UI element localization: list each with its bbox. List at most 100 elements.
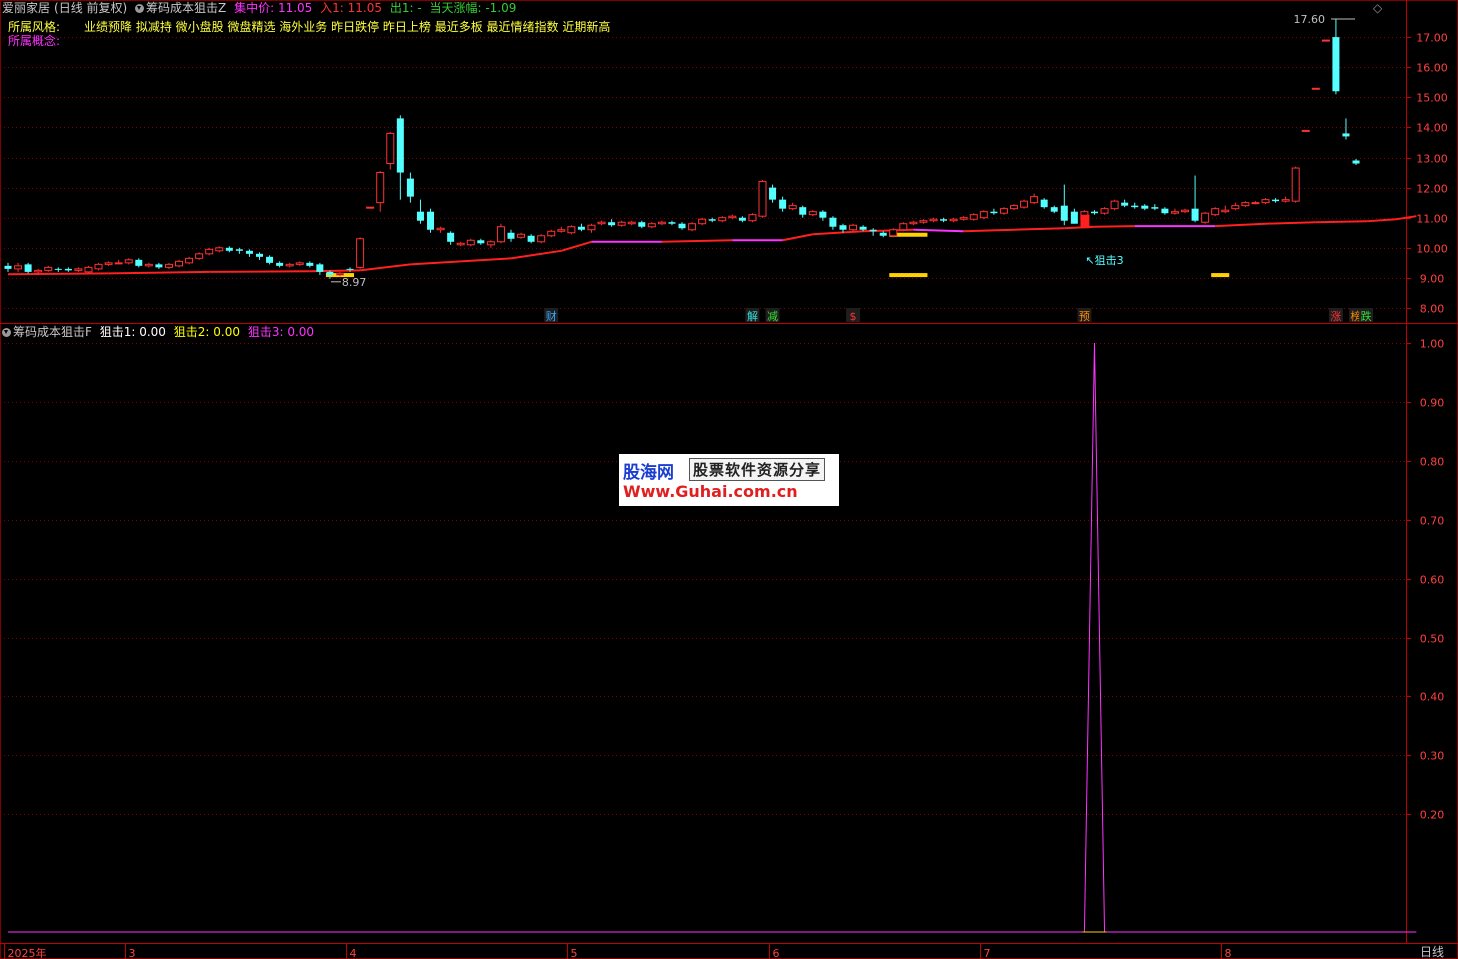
cost-line-segment: [782, 233, 813, 242]
candle-body: [1121, 202, 1129, 206]
candle-body: [758, 181, 767, 217]
indicator-value: 当天涨幅: -1.09: [429, 1, 517, 15]
cost-line-segment: [7, 272, 109, 276]
x-tick-label: 8: [1225, 947, 1232, 959]
x-tick-label: 3: [129, 947, 136, 959]
candle-body: [688, 223, 697, 231]
candle-body: [416, 211, 424, 221]
y-tick-label: 14.00: [1416, 122, 1448, 135]
cost-line-segment: [812, 230, 864, 236]
candle-body: [1030, 196, 1039, 204]
candle-body: [114, 262, 123, 265]
candle-body: [678, 223, 686, 229]
signal-candle: [1080, 214, 1090, 229]
candle-body: [496, 226, 505, 243]
candle-body: [919, 220, 928, 223]
y-tick-label: 0.90: [1420, 397, 1445, 410]
candle-body: [406, 178, 414, 197]
style-tags: 业绩预降 拟减持 微小盘股 微盘精选 海外业务 昨日跌停 昨日上榜 最近多板 最…: [84, 20, 611, 34]
candle-body: [4, 265, 12, 269]
cost-line-segment: [661, 239, 733, 243]
cost-line-segment: [1315, 220, 1367, 224]
candle-body: [879, 232, 887, 236]
candle-body: [215, 247, 224, 252]
x-tick-label: 7: [984, 947, 991, 959]
candle-body: [266, 256, 274, 263]
event-marker: 解: [747, 309, 758, 323]
candle-body: [1281, 199, 1290, 202]
signal-line: [8, 342, 1417, 933]
cost-line-segment: [510, 249, 562, 260]
diamond-icon[interactable]: ◇: [1373, 1, 1382, 15]
candle-body: [44, 266, 53, 271]
cost-line-segment: [1064, 225, 1095, 230]
candle-body: [124, 259, 133, 264]
candle-body: [1161, 208, 1169, 214]
watermark-brand: 股海网: [623, 463, 674, 483]
y-tick-label: 0.40: [1420, 691, 1445, 704]
candle-body: [1170, 211, 1179, 214]
cost-line-segment: [359, 263, 411, 272]
cost-line-segment: [1366, 218, 1397, 223]
candle-body: [718, 217, 727, 222]
candle-body: [1060, 205, 1068, 221]
candle-body: [326, 271, 334, 275]
candle-body: [507, 232, 515, 239]
y-tick-label: 11.00: [1416, 213, 1448, 226]
stock-name[interactable]: 爱丽家居: [2, 1, 50, 15]
cost-line-segment: [410, 260, 461, 266]
event-marker: 减: [767, 310, 778, 323]
sub-indicator-value: 狙击2: 0.00: [173, 325, 240, 339]
main-header: 爱丽家居 (日线 前复权) 筹码成本狙击Z 集中价: 11.05 入1: 11.0…: [2, 1, 520, 15]
candle-body: [627, 221, 636, 225]
candle-body: [477, 240, 485, 244]
y-tick-label: 17.00: [1416, 32, 1448, 45]
candle-body: [617, 221, 626, 226]
candle-body: [386, 132, 395, 165]
candle-body: [185, 257, 194, 264]
period-tab[interactable]: 日线: [1420, 945, 1444, 959]
candle-body: [1231, 205, 1240, 210]
candle-body: [466, 239, 475, 246]
candle-body: [1100, 208, 1109, 214]
cost-line-segment: [561, 240, 592, 252]
candle-body: [527, 235, 535, 242]
low-price-label: 8.97: [342, 276, 367, 289]
sub-indicator-menu-icon[interactable]: [2, 328, 11, 337]
candle-body: [537, 235, 546, 243]
candle-body: [1181, 209, 1190, 213]
indicator-menu-icon[interactable]: [135, 4, 145, 13]
concept-label: 所属概念:: [8, 34, 61, 48]
candle-body: [1151, 207, 1159, 209]
candle-body: [990, 211, 998, 214]
main-indicator-name[interactable]: 筹码成本狙击Z: [146, 1, 226, 15]
candle-body: [1141, 205, 1149, 209]
candle-body: [356, 238, 365, 268]
candle-body: [1050, 207, 1058, 212]
indicator-value: 出1: -: [389, 1, 422, 15]
candle-body: [909, 221, 918, 225]
candle-body: [205, 248, 214, 255]
candle-body: [999, 208, 1008, 214]
candle-body: [135, 259, 143, 266]
watermark-slogan: 股票软件资源分享: [689, 458, 826, 481]
candle-body: [869, 229, 877, 232]
candle-body: [94, 263, 103, 270]
x-tick-label: 5: [571, 947, 578, 959]
candle-body: [195, 253, 204, 259]
cost-line-segment: [1265, 221, 1316, 225]
candle-body: [306, 262, 314, 266]
cost-line-segment: [108, 270, 210, 275]
candle-body: [708, 219, 716, 221]
candle-body: [1191, 208, 1199, 221]
y-tick-label: 0.60: [1420, 574, 1445, 587]
candle-body: [14, 265, 23, 270]
candle-body: [889, 229, 898, 237]
candle-body: [235, 249, 243, 251]
candle-body: [1070, 211, 1078, 224]
sub-indicator-name[interactable]: 筹码成本狙击F: [13, 325, 92, 339]
candle-body: [1241, 202, 1250, 207]
candle-body: [1321, 39, 1330, 42]
y-tick-label: 0.50: [1420, 633, 1445, 646]
low-zone-band: [889, 273, 928, 278]
